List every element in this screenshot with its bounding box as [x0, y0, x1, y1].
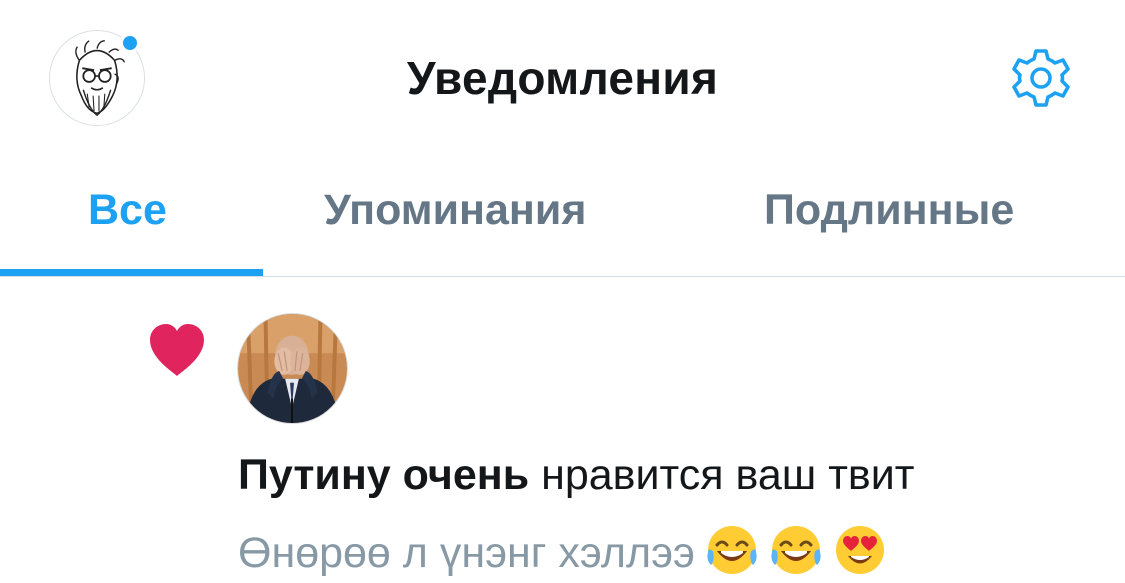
settings-button[interactable] [1008, 45, 1074, 111]
notification-tabs: Все Упоминания Подлинные [0, 160, 1125, 278]
tab-verified[interactable]: Подлинные [764, 182, 1014, 238]
avatar[interactable] [237, 313, 348, 424]
heart-icon [146, 320, 208, 382]
notifications-screen: Уведомления Все Упоминания Подлинные Пут… [0, 0, 1125, 583]
user-photo-icon [238, 314, 347, 423]
page-title: Уведомления [406, 52, 719, 104]
tabs-divider [0, 276, 1125, 277]
quoted-tweet-body: Өнөрөө л үнэнг хэллээ [238, 529, 695, 577]
gear-icon [1012, 49, 1070, 107]
notification-action: нравится ваш твит [529, 451, 915, 499]
tab-all[interactable]: Все [88, 182, 167, 238]
face-with-tears-of-joy-icon [769, 523, 823, 577]
face-with-tears-of-joy-icon [705, 523, 759, 577]
notification-text: Путину очень нравится ваш твит [238, 447, 914, 503]
notification-actor[interactable]: Путину очень [238, 451, 529, 499]
quoted-tweet-text[interactable]: Өнөрөө л үнэнг хэллээ [238, 523, 887, 581]
smiling-face-with-heart-eyes-icon [833, 523, 887, 577]
tab-mentions[interactable]: Упоминания [324, 182, 586, 238]
